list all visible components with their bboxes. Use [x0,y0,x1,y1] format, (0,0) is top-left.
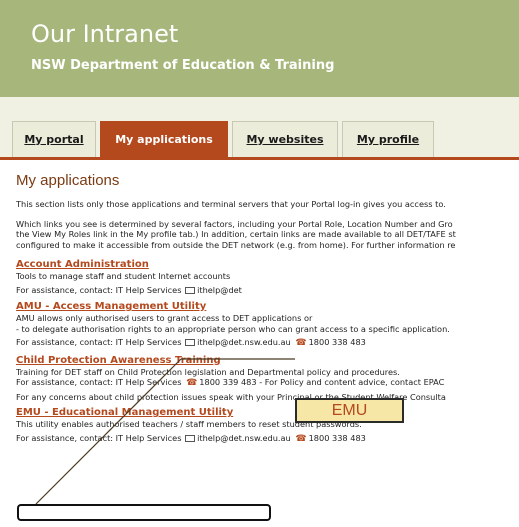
pointer-segment [35,358,182,505]
emu-callout: EMU [295,398,404,423]
emu-highlight-box [17,504,271,521]
callout-pointer [35,358,295,505]
